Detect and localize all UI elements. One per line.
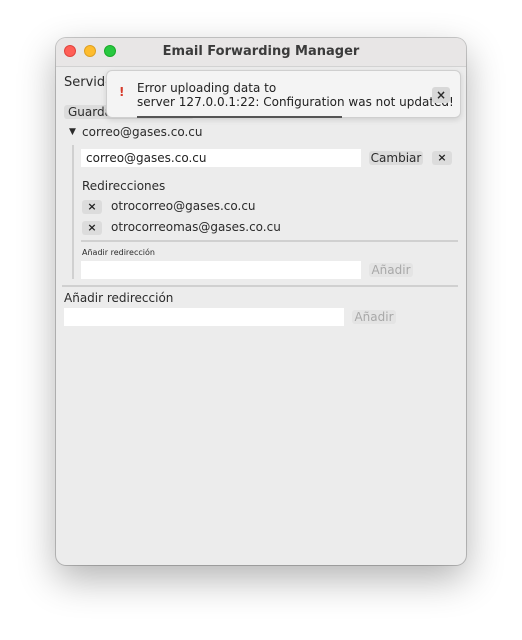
tree-indent-line bbox=[72, 145, 74, 279]
global-add-redirection-label: Añadir redirección bbox=[64, 291, 174, 305]
remove-redirection-button[interactable]: × bbox=[82, 200, 102, 214]
global-add-redirection-input[interactable] bbox=[64, 308, 344, 326]
redirection-address: otrocorreo@gases.co.cu bbox=[111, 199, 256, 213]
error-message-line-2: server 127.0.0.1:22: Configuration was n… bbox=[137, 95, 454, 109]
error-message: Error uploading data to server 127.0.0.1… bbox=[137, 81, 454, 109]
error-notification: ! Error uploading data to server 127.0.0… bbox=[106, 70, 461, 118]
error-icon: ! bbox=[119, 85, 125, 99]
redirection-address: otrocorreomas@gases.co.cu bbox=[111, 220, 281, 234]
title-bar: Email Forwarding Manager bbox=[56, 38, 466, 67]
close-notification-icon[interactable]: × bbox=[432, 87, 450, 103]
notification-progress-bar bbox=[137, 116, 342, 118]
account-email-field[interactable]: correo@gases.co.cu bbox=[81, 149, 361, 167]
add-redirection-label: Añadir redirección bbox=[82, 248, 155, 257]
remove-redirection-button[interactable]: × bbox=[82, 221, 102, 235]
expand-triangle-icon[interactable]: ▼ bbox=[69, 127, 76, 137]
account-email-label: correo@gases.co.cu bbox=[82, 125, 203, 139]
account-email-field-text: correo@gases.co.cu bbox=[86, 151, 207, 165]
global-add-redirection-button[interactable]: Añadir bbox=[352, 310, 396, 324]
section-divider bbox=[81, 240, 458, 242]
redirections-heading: Redirecciones bbox=[82, 179, 166, 193]
add-redirection-button[interactable]: Añadir bbox=[369, 263, 413, 277]
change-email-button[interactable]: Cambiar bbox=[369, 151, 423, 165]
main-divider bbox=[62, 285, 458, 287]
window-title: Email Forwarding Manager bbox=[162, 44, 360, 59]
error-message-line-1: Error uploading data to bbox=[137, 81, 277, 95]
add-redirection-input[interactable] bbox=[81, 261, 361, 279]
delete-account-button[interactable]: × bbox=[432, 151, 452, 165]
